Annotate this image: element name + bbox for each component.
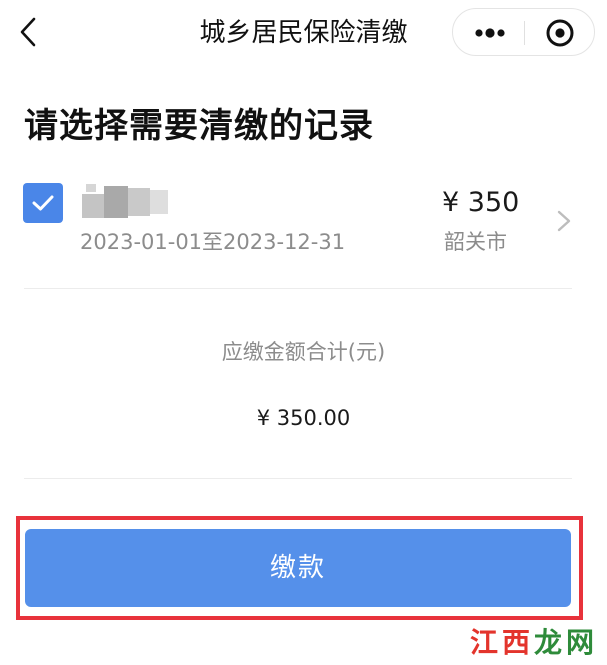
record-date-range: 2023-01-01至2023-12-31	[80, 230, 346, 254]
close-button[interactable]	[539, 16, 581, 50]
blurred-name	[82, 182, 170, 220]
navigation-bar: 城乡居民保险清缴	[0, 0, 607, 66]
svg-text:江: 江	[470, 626, 498, 659]
more-dots-icon	[475, 28, 505, 38]
watermark-logo: 江 西 龙 网	[468, 624, 596, 661]
record-amount: ¥ 350	[442, 187, 520, 218]
total-label: 应缴金额合计(元)	[221, 340, 386, 364]
more-button[interactable]	[465, 17, 515, 49]
divider	[24, 478, 572, 479]
target-close-icon	[546, 19, 574, 47]
chevron-right-icon	[557, 210, 571, 232]
total-amount: ¥ 350.00	[256, 406, 351, 430]
capsule-divider	[524, 21, 525, 45]
svg-text:西: 西	[502, 626, 530, 659]
page-heading: 请选择需要清缴的记录	[24, 106, 374, 146]
record-item[interactable]: 2023-01-01至2023-12-31 ¥ 350 韶关市	[0, 170, 607, 280]
record-checkbox[interactable]	[23, 183, 63, 223]
mini-program-capsule	[452, 8, 595, 56]
record-city: 韶关市	[444, 230, 507, 254]
svg-text:网: 网	[566, 626, 594, 659]
checkmark-icon	[32, 195, 54, 211]
divider	[24, 288, 572, 289]
pay-button[interactable]: 缴款	[25, 529, 571, 607]
svg-text:龙: 龙	[534, 626, 562, 659]
